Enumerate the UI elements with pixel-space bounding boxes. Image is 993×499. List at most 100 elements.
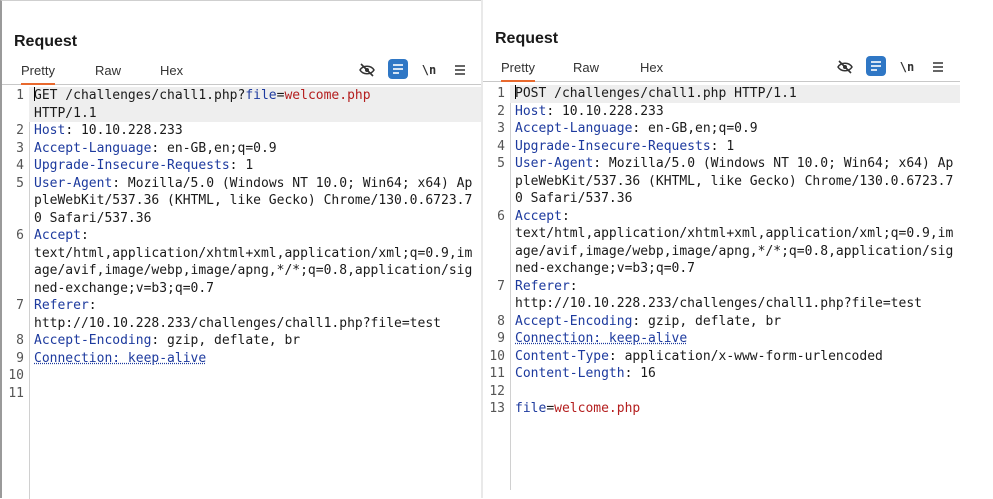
line-content: Host: 10.10.228.233 [29, 122, 481, 140]
line-content: Accept-Encoding: gzip, deflate, br [29, 332, 481, 350]
code-line[interactable]: 7 Referer: http://10.10.228.233/challenge… [2, 297, 481, 332]
panel-title: Request [14, 33, 77, 51]
line-content: Upgrade-Insecure-Requests: 1 [510, 138, 960, 156]
tab-hex[interactable]: Hex [640, 60, 663, 80]
line-content: Referer: http://10.10.228.233/challenges… [29, 297, 481, 332]
header-name: Accept [34, 228, 81, 243]
text-segment: : 10.10.228.233 [546, 104, 663, 119]
header-name: Accept-Encoding [34, 333, 151, 348]
code-line[interactable]: 2 Host: 10.10.228.233 [2, 122, 481, 140]
tab-raw[interactable]: Raw [95, 63, 121, 83]
header-name: Accept-Language [34, 141, 151, 156]
code-line[interactable]: 7 Referer: http://10.10.228.233/challenge… [483, 278, 960, 313]
header-name: Host [515, 104, 546, 119]
header-name: Content-Length [515, 366, 625, 381]
code-line[interactable]: 2 Host: 10.10.228.233 [483, 103, 960, 121]
line-number: 8 [2, 332, 29, 350]
header-name: Upgrade-Insecure-Requests [34, 158, 230, 173]
line-number: 8 [483, 313, 510, 331]
request-editor[interactable]: 1 POST /challenges/chall1.php HTTP/1.1 2 Ho… [483, 85, 960, 490]
code-line[interactable]: 11 [2, 385, 481, 403]
code-line[interactable]: 5 User-Agent: Mozilla/5.0 (Windows NT 10.… [2, 175, 481, 228]
header-name: Content-Type [515, 349, 609, 364]
header-name: User-Agent [515, 156, 593, 171]
header-name: User-Agent [34, 176, 112, 191]
param-value: welcome.php [284, 88, 370, 103]
text-segment: : text/html,application/xhtml+xml,applic… [515, 209, 953, 277]
line-content: GET /challenges/chall1.php?file=welcome.… [29, 87, 481, 122]
format-icon[interactable] [388, 59, 408, 79]
text-segment: : en-GB,en;q=0.9 [632, 121, 757, 136]
tab-bar: Pretty Raw Hex \n [483, 55, 960, 82]
left-request-panel: Request Pretty Raw Hex \n 1 GET /challeng… [0, 0, 481, 498]
code-line[interactable]: 8 Accept-Encoding: gzip, deflate, br [483, 313, 960, 331]
code-line[interactable]: 3 Accept-Language: en-GB,en;q=0.9 [483, 120, 960, 138]
line-content: Accept-Encoding: gzip, deflate, br [510, 313, 960, 331]
text-segment: : text/html,application/xhtml+xml,applic… [34, 228, 472, 296]
line-content: Content-Length: 16 [510, 365, 960, 383]
text-segment: GET /challenges/chall1.php? [34, 88, 245, 103]
eye-slash-icon[interactable] [357, 60, 377, 80]
line-number: 5 [483, 155, 510, 208]
line-content: Accept-Language: en-GB,en;q=0.9 [510, 120, 960, 138]
code-line[interactable]: 13 file=welcome.php [483, 400, 960, 418]
tab-hex[interactable]: Hex [160, 63, 183, 83]
line-number: 4 [2, 157, 29, 175]
line-content: POST /challenges/chall1.php HTTP/1.1 [510, 85, 960, 103]
line-number: 3 [483, 120, 510, 138]
newline-icon[interactable]: \n [897, 57, 917, 77]
tab-raw[interactable]: Raw [573, 60, 599, 80]
code-line[interactable]: 8 Accept-Encoding: gzip, deflate, br [2, 332, 481, 350]
text-segment: : gzip, deflate, br [151, 333, 300, 348]
text-segment: POST /challenges/chall1.php HTTP/1.1 [515, 86, 797, 101]
code-line[interactable]: 6 Accept: text/html,application/xhtml+xml… [2, 227, 481, 297]
header-name: Accept-Encoding [515, 314, 632, 329]
line-content: Upgrade-Insecure-Requests: 1 [29, 157, 481, 175]
line-number: 1 [483, 85, 510, 103]
line-content: Accept: text/html,application/xhtml+xml,… [510, 208, 960, 278]
line-content [29, 367, 481, 385]
format-icon[interactable] [866, 56, 886, 76]
header-name: Upgrade-Insecure-Requests [515, 139, 711, 154]
line-number: 3 [2, 140, 29, 158]
line-content: file=welcome.php [510, 400, 960, 418]
menu-icon[interactable] [450, 60, 470, 80]
newline-icon[interactable]: \n [419, 60, 439, 80]
line-content [510, 383, 960, 401]
header-name: Accept-Language [515, 121, 632, 136]
code-line[interactable]: 3 Accept-Language: en-GB,en;q=0.9 [2, 140, 481, 158]
code-line[interactable]: 12 [483, 383, 960, 401]
tab-pretty[interactable]: Pretty [21, 63, 55, 85]
request-editor[interactable]: 1 GET /challenges/chall1.php?file=welcome… [2, 87, 481, 499]
tab-pretty[interactable]: Pretty [501, 60, 535, 82]
code-line[interactable]: 4 Upgrade-Insecure-Requests: 1 [483, 138, 960, 156]
code-line[interactable]: 1 POST /challenges/chall1.php HTTP/1.1 [483, 85, 960, 103]
code-line[interactable]: 6 Accept: text/html,application/xhtml+xml… [483, 208, 960, 278]
code-line[interactable]: 5 User-Agent: Mozilla/5.0 (Windows NT 10.… [483, 155, 960, 208]
text-segment: : en-GB,en;q=0.9 [151, 141, 276, 156]
line-content: Accept-Language: en-GB,en;q=0.9 [29, 140, 481, 158]
menu-icon[interactable] [928, 57, 948, 77]
header-line: Connection: keep-alive [515, 331, 687, 346]
line-number: 7 [2, 297, 29, 332]
code-line[interactable]: 9 Connection: keep-alive [2, 350, 481, 368]
text-segment: : gzip, deflate, br [632, 314, 781, 329]
code-line[interactable]: 10 Content-Type: application/x-www-form-u… [483, 348, 960, 366]
line-number: 12 [483, 383, 510, 401]
line-content: Content-Type: application/x-www-form-url… [510, 348, 960, 366]
code-line[interactable]: 4 Upgrade-Insecure-Requests: 1 [2, 157, 481, 175]
code-line[interactable]: 1 GET /challenges/chall1.php?file=welcome… [2, 87, 481, 122]
text-segment: HTTP/1.1 [34, 106, 97, 121]
code-line[interactable]: 9 Connection: keep-alive [483, 330, 960, 348]
line-content [29, 385, 481, 403]
line-number: 2 [483, 103, 510, 121]
code-line[interactable]: 11 Content-Length: 16 [483, 365, 960, 383]
line-number: 5 [2, 175, 29, 228]
eye-slash-icon[interactable] [835, 57, 855, 77]
header-name: Host [34, 123, 65, 138]
text-segment: : 10.10.228.233 [65, 123, 182, 138]
text-segment: : http://10.10.228.233/challenges/chall1… [515, 279, 922, 312]
header-name: Referer [515, 279, 570, 294]
code-line[interactable]: 10 [2, 367, 481, 385]
line-content: Accept: text/html,application/xhtml+xml,… [29, 227, 481, 297]
